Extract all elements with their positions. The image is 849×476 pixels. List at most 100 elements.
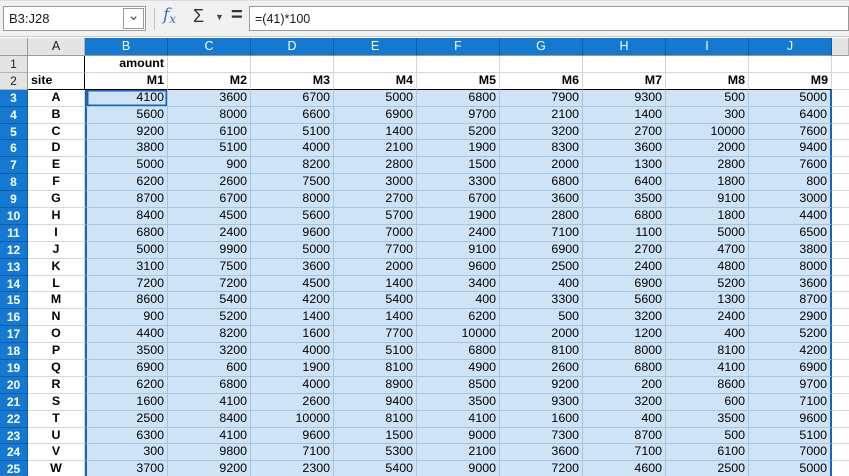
cell-D9[interactable]: 8000 [251, 191, 334, 209]
cell-I18[interactable]: 8100 [666, 343, 749, 361]
column-header-G[interactable]: G [500, 38, 583, 56]
cell-G18[interactable]: 8100 [500, 343, 583, 361]
cell-G4[interactable]: 2100 [500, 106, 583, 124]
name-box[interactable]: B3:J28 ⌄ [3, 6, 146, 31]
select-all-corner[interactable] [0, 38, 28, 56]
cell-J25[interactable]: 5000 [749, 461, 832, 476]
cell-I12[interactable]: 4700 [666, 241, 749, 259]
cell-G7[interactable]: 2000 [500, 157, 583, 175]
cell-D15[interactable]: 4200 [251, 292, 334, 310]
row-header-7[interactable]: 7 [0, 157, 28, 175]
cell-right-margin-20[interactable] [832, 376, 849, 394]
cell-B23[interactable]: 6300 [85, 427, 168, 445]
cell-B7[interactable]: 5000 [85, 157, 168, 175]
cell-A25[interactable]: W [28, 461, 85, 476]
row-header-17[interactable]: 17 [0, 326, 28, 344]
cell-H21[interactable]: 3200 [583, 393, 666, 411]
cell-right-margin-17[interactable] [832, 326, 849, 344]
cell-A23[interactable]: U [28, 427, 85, 445]
cell-J24[interactable]: 7000 [749, 444, 832, 462]
cell-A14[interactable]: L [28, 275, 85, 293]
cell-right-margin-24[interactable] [832, 444, 849, 462]
column-header-E[interactable]: E [334, 38, 417, 56]
cell-right-margin-6[interactable] [832, 140, 849, 158]
cell-I8[interactable]: 1800 [666, 174, 749, 192]
cell-H2[interactable]: M7 [583, 72, 666, 90]
cell-right-margin-1[interactable] [832, 56, 849, 73]
row-header-5[interactable]: 5 [0, 123, 28, 141]
cell-F13[interactable]: 9600 [417, 258, 500, 276]
cell-F15[interactable]: 400 [417, 292, 500, 310]
cell-B19[interactable]: 6900 [85, 360, 168, 377]
cell-C20[interactable]: 6800 [168, 376, 251, 394]
cell-B17[interactable]: 4400 [85, 326, 168, 344]
cell-D6[interactable]: 4000 [251, 140, 334, 158]
sum-icon[interactable]: Σ [193, 6, 204, 27]
cell-E15[interactable]: 5400 [334, 292, 417, 310]
cell-F14[interactable]: 3400 [417, 275, 500, 293]
cell-C7[interactable]: 900 [168, 157, 251, 175]
cell-H16[interactable]: 3200 [583, 309, 666, 327]
cell-E9[interactable]: 2700 [334, 191, 417, 209]
cell-G12[interactable]: 6900 [500, 241, 583, 259]
cell-J8[interactable]: 800 [749, 174, 832, 192]
cell-C18[interactable]: 3200 [168, 343, 251, 361]
cell-E8[interactable]: 3000 [334, 174, 417, 192]
cell-J13[interactable]: 8000 [749, 258, 832, 276]
cell-H5[interactable]: 2700 [583, 123, 666, 141]
cell-E24[interactable]: 5300 [334, 444, 417, 462]
cell-G5[interactable]: 3200 [500, 123, 583, 141]
cell-right-margin-16[interactable] [832, 309, 849, 327]
row-header-12[interactable]: 12 [0, 241, 28, 259]
cell-I19[interactable]: 4100 [666, 360, 749, 377]
cell-B4[interactable]: 5600 [85, 106, 168, 124]
cell-C1[interactable] [168, 56, 251, 73]
sum-dropdown-icon[interactable]: ▼ [215, 12, 224, 22]
cell-A16[interactable]: N [28, 309, 85, 327]
cell-C10[interactable]: 4500 [168, 208, 251, 225]
cell-E4[interactable]: 6900 [334, 106, 417, 124]
cell-C16[interactable]: 5200 [168, 309, 251, 327]
cell-F21[interactable]: 3500 [417, 393, 500, 411]
cell-A18[interactable]: P [28, 343, 85, 361]
cell-G23[interactable]: 7300 [500, 427, 583, 445]
cell-right-margin-13[interactable] [832, 258, 849, 276]
row-header-23[interactable]: 23 [0, 427, 28, 445]
cell-A9[interactable]: G [28, 191, 85, 209]
cell-A7[interactable]: E [28, 157, 85, 175]
cell-J20[interactable]: 9700 [749, 376, 832, 394]
cell-F18[interactable]: 6800 [417, 343, 500, 361]
cell-E6[interactable]: 2100 [334, 140, 417, 158]
row-header-14[interactable]: 14 [0, 275, 28, 293]
row-header-2[interactable]: 2 [0, 72, 28, 90]
cell-D8[interactable]: 7500 [251, 174, 334, 192]
cell-D23[interactable]: 9600 [251, 427, 334, 445]
cell-H24[interactable]: 7100 [583, 444, 666, 462]
cell-C25[interactable]: 9200 [168, 461, 251, 476]
cell-D22[interactable]: 10000 [251, 410, 334, 428]
function-wizard-icon[interactable]: fx [163, 5, 176, 26]
row-header-18[interactable]: 18 [0, 343, 28, 361]
cell-E17[interactable]: 7700 [334, 326, 417, 344]
cell-B2[interactable]: M1 [85, 72, 168, 90]
cell-C11[interactable]: 2400 [168, 224, 251, 242]
cell-H1[interactable] [583, 56, 666, 73]
cell-H3[interactable]: 9300 [583, 89, 666, 107]
cell-C9[interactable]: 6700 [168, 191, 251, 209]
cell-F10[interactable]: 1900 [417, 208, 500, 225]
row-header-20[interactable]: 20 [0, 376, 28, 394]
name-box-dropdown-icon[interactable]: ⌄ [123, 8, 144, 29]
cell-right-margin-18[interactable] [832, 343, 849, 361]
cell-H17[interactable]: 1200 [583, 326, 666, 344]
cell-G14[interactable]: 400 [500, 275, 583, 293]
cell-F17[interactable]: 10000 [417, 326, 500, 344]
cell-E2[interactable]: M4 [334, 72, 417, 90]
cell-I14[interactable]: 5200 [666, 275, 749, 293]
row-header-24[interactable]: 24 [0, 444, 28, 462]
cell-C17[interactable]: 8200 [168, 326, 251, 344]
cell-I25[interactable]: 2500 [666, 461, 749, 476]
cell-D18[interactable]: 4000 [251, 343, 334, 361]
cell-right-margin-2[interactable] [832, 72, 849, 90]
column-header-C[interactable]: C [168, 38, 251, 56]
cell-F20[interactable]: 8500 [417, 376, 500, 394]
